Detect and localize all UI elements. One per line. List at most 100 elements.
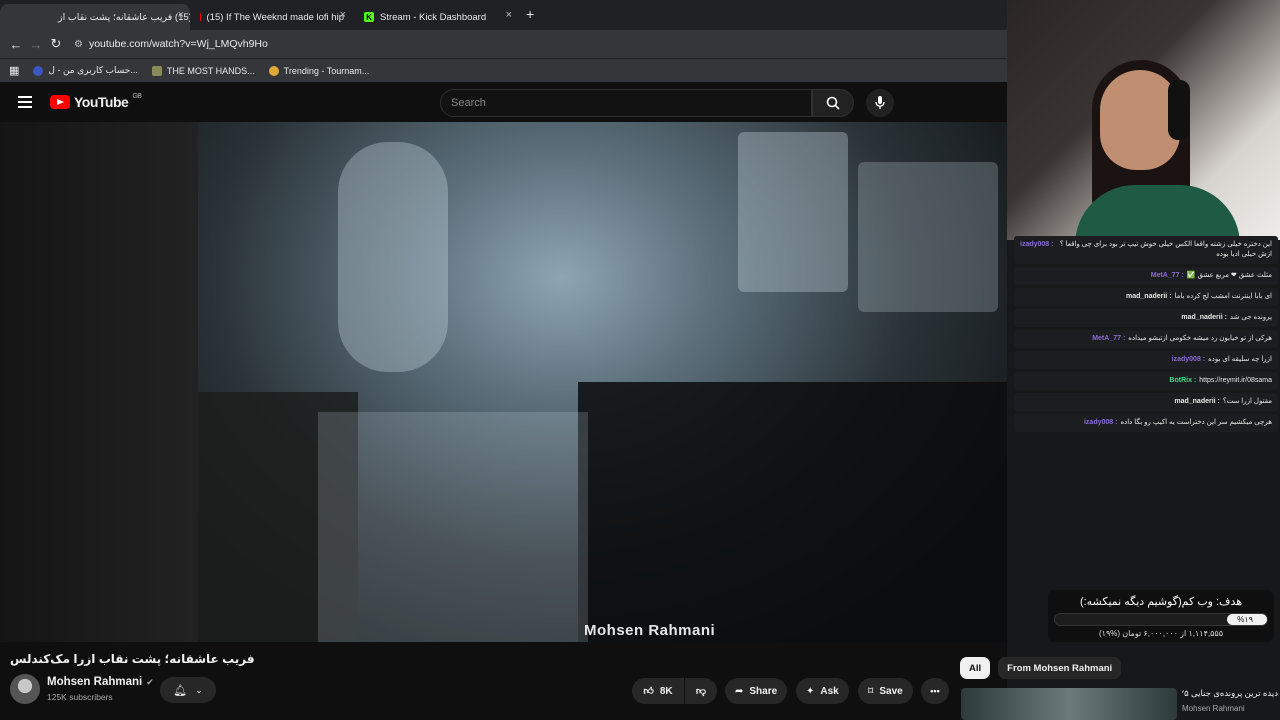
search-icon xyxy=(826,96,840,110)
microphone-icon xyxy=(875,96,885,109)
bookmark-item[interactable]: حساب کاربری من - ل... xyxy=(33,65,138,76)
bookmark-favicon-icon xyxy=(268,65,279,76)
recommended-video-thumbnail[interactable] xyxy=(961,688,1177,720)
chat-message: MetA_77 : هرکی از تو خیابون رد میشه خکومی… xyxy=(1014,330,1278,348)
tab-youtube-lofi[interactable]: (15) If The Weeknd made lofi hip × xyxy=(192,4,352,30)
new-tab-button[interactable]: + xyxy=(526,6,534,22)
chevron-down-icon: ⌄ xyxy=(195,684,203,695)
tab-label: (15) فریب عاشقانه؛ پشت نقاب از xyxy=(58,11,190,23)
chat-message: izady008 : هرچی میکشیم سر این دختراست یه … xyxy=(1014,414,1278,432)
tab-youtube-video[interactable]: (15) فریب عاشقانه؛ پشت نقاب از × xyxy=(0,4,190,30)
youtube-play-icon xyxy=(50,95,70,109)
apps-icon[interactable]: ▦ xyxy=(9,64,19,77)
goal-subtitle: ۱,۱۱۴,۵۵۵ از ۶,۰۰۰,۰۰۰ تومان (%۱۹) xyxy=(1098,629,1224,638)
bell-icon: 🔔︎ xyxy=(173,684,188,697)
url-field[interactable]: ⚙ youtube.com/watch?v=Wj_LMQvh9Ho xyxy=(74,38,268,50)
bookmarks-bar: ▦ حساب کاربری من - ل... THE MOST HANDS..… xyxy=(0,58,1007,82)
forward-icon[interactable]: → xyxy=(26,37,46,52)
chip-all[interactable]: All xyxy=(960,657,991,679)
chat-message: mad_naderii : ای بابا اینترنت امشب لج کرد… xyxy=(1014,288,1278,306)
back-icon[interactable]: ← xyxy=(6,37,26,52)
chat-username: BotRix : xyxy=(1169,377,1197,384)
more-actions-button[interactable]: ••• xyxy=(921,678,949,704)
chat-username: mad_naderii : xyxy=(1126,293,1172,300)
recommended-video-title[interactable]: دیده ترین پرونده‌ی جنایی ۲۰۲۵ xyxy=(1182,688,1278,699)
youtube-favicon-icon xyxy=(200,13,201,21)
thumbs-up-icon: 👍︎ xyxy=(643,686,654,697)
voice-search-button[interactable] xyxy=(866,89,894,117)
dislike-button[interactable]: 👎︎ xyxy=(685,678,717,704)
share-button[interactable]: ➦ Share xyxy=(725,678,788,704)
close-tab-icon[interactable]: × xyxy=(178,9,184,21)
verified-icon: ✔ xyxy=(146,676,154,687)
goal-title: هدف: وب کم(گوشیم دیگه نمیکشه:) xyxy=(1079,596,1243,608)
bookmark-icon: ⌑ xyxy=(868,685,874,697)
like-button[interactable]: 👍︎ 8K xyxy=(632,678,684,704)
video-player[interactable]: Mohsen Rahmani xyxy=(198,122,1007,642)
channel-name[interactable]: Mohsen Rahmani ✔ xyxy=(47,676,154,688)
tab-kick-dashboard[interactable]: K Stream - Kick Dashboard × xyxy=(356,4,518,30)
notifications-button[interactable]: 🔔︎ ⌄ xyxy=(160,677,216,703)
chat-username: izady008 : xyxy=(1171,356,1206,363)
headset-icon xyxy=(1168,80,1190,140)
chat-text: ای بابا اینترنت امشب لج کرده باما xyxy=(1174,293,1272,300)
site-settings-icon[interactable]: ⚙ xyxy=(74,39,83,50)
chat-text: مقتول ازرا ست؟ xyxy=(1222,398,1272,405)
close-tab-icon[interactable]: × xyxy=(506,9,512,21)
chat-text: هرچی میکشیم سر این دختراست یه اکیپ رو بگ… xyxy=(1120,419,1272,426)
chat-message: izady008 : این دختره خیلی زشته واقعا الکس… xyxy=(1014,236,1278,264)
chat-username: mad_naderii : xyxy=(1181,314,1227,321)
chat-username: MetA_77 : xyxy=(1092,335,1126,342)
like-count: 8K xyxy=(659,685,673,697)
save-button[interactable]: ⌑ Save xyxy=(858,678,913,704)
youtube-logo[interactable]: YouTube GB xyxy=(50,92,142,110)
tab-label: Stream - Kick Dashboard xyxy=(380,11,487,23)
chat-username: izady008 : xyxy=(1020,241,1054,248)
video-title: فریب عاشقانه؛ پشت نقاب ازرا مک‌کندلس xyxy=(10,652,255,666)
chat-message: MetA_77 : مثلث عشق ❤ مربع عشق ✅ xyxy=(1014,267,1278,285)
thumbs-down-icon: 👎︎ xyxy=(695,686,707,697)
bookmark-favicon-icon xyxy=(33,65,44,76)
chat-message: mad_naderii : پرونده جی شد xyxy=(1014,309,1278,327)
search-button[interactable] xyxy=(812,89,854,117)
chat-text: ازرا چه سلیقه ای بوده xyxy=(1208,356,1272,363)
chat-text: مثلث عشق ❤ مربع عشق ✅ xyxy=(1186,272,1272,279)
kick-favicon-icon: K xyxy=(364,12,374,22)
chip-from-channel[interactable]: From Mohsen Rahmani xyxy=(998,657,1122,679)
sparkle-icon: ✦ xyxy=(806,685,815,697)
chat-message: BotRix : https://reymit.ir/08sama xyxy=(1014,372,1278,390)
goal-progress-bar: %۱۹ xyxy=(1054,613,1268,626)
recommended-video-channel: Mohsen Rahmani xyxy=(1182,704,1245,713)
close-tab-icon[interactable]: × xyxy=(340,9,346,21)
tab-label: (15) If The Weeknd made lofi hip xyxy=(206,11,344,23)
subscriber-count: 125K subscribers xyxy=(47,692,113,702)
search-input[interactable]: Search xyxy=(440,89,812,117)
menu-icon[interactable] xyxy=(18,96,32,111)
bookmark-item[interactable]: Trending - Tournam... xyxy=(268,65,369,76)
goal-percent: %۱۹ xyxy=(1237,615,1253,624)
reload-icon[interactable]: ↻ xyxy=(46,36,66,52)
chat-username: MetA_77 : xyxy=(1150,272,1184,279)
address-bar: ← → ↻ ⚙ youtube.com/watch?v=Wj_LMQvh9Ho xyxy=(0,30,1007,58)
bookmark-item[interactable]: THE MOST HANDS... xyxy=(151,65,255,76)
share-icon: ➦ xyxy=(735,685,744,697)
bookmark-favicon-icon xyxy=(151,65,162,76)
avatar[interactable] xyxy=(10,674,40,704)
chat-text: این دختره خیلی زشته واقعا الکس خیلی خوش … xyxy=(1059,241,1272,258)
url-text: youtube.com/watch?v=Wj_LMQvh9Ho xyxy=(88,38,268,50)
youtube-header: YouTube GB Search xyxy=(0,84,1007,122)
player-side-area xyxy=(0,122,198,642)
chat-text: https://reymit.ir/08sama xyxy=(1199,377,1272,384)
donation-goal: هدف: وب کم(گوشیم دیگه نمیکشه:) %۱۹ ۱,۱۱۴… xyxy=(1048,590,1274,642)
chat-message: mad_naderii : مقتول ازرا ست؟ xyxy=(1014,393,1278,411)
recommendation-chips: All From Mohsen Rahmani xyxy=(960,657,1122,679)
chat-text: هرکی از تو خیابون رد میشه خکومی ازتبشو م… xyxy=(1128,335,1272,342)
region-code: GB xyxy=(132,92,142,100)
tab-bar: K 6 (15) فریب عاشقانه؛ پشت نقاب از × (15… xyxy=(0,0,1007,30)
video-watermark: Mohsen Rahmani xyxy=(584,622,716,639)
chat-text: پرونده جی شد xyxy=(1229,314,1272,321)
chat-overlay: izady008 : این دختره خیلی زشته واقعا الکس… xyxy=(1014,236,1278,435)
chat-message: izady008 : ازرا چه سلیقه ای بوده xyxy=(1014,351,1278,369)
ask-button[interactable]: ✦ Ask xyxy=(796,678,849,704)
logo-text: YouTube xyxy=(74,94,129,110)
